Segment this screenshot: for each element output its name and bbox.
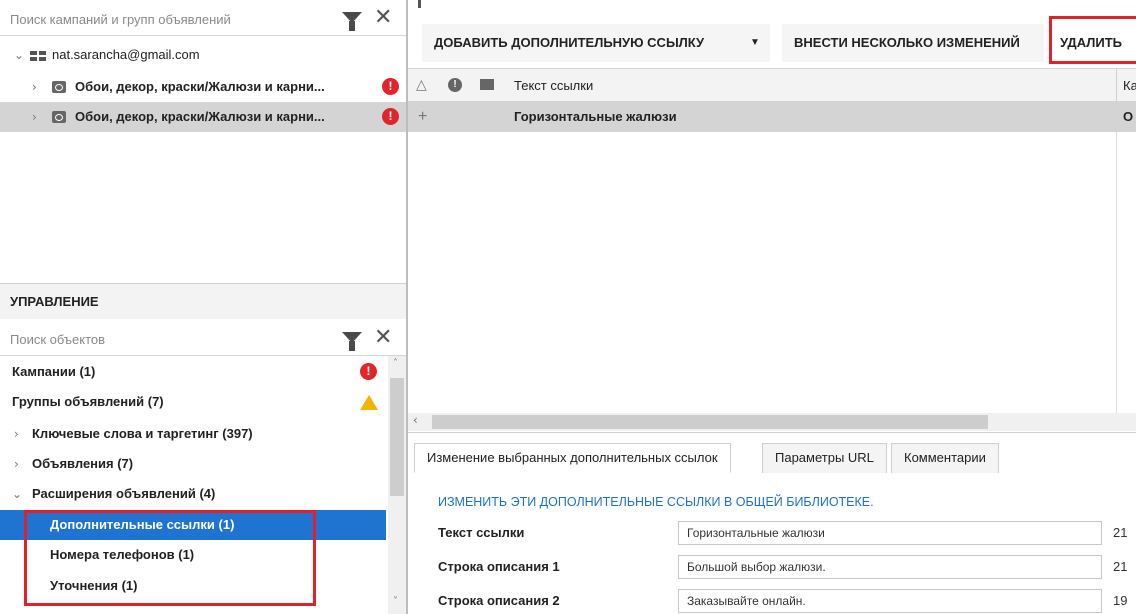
adgroup-icon (52, 81, 66, 93)
status-icon[interactable]: ! (448, 78, 462, 92)
tab-edit-sitelinks[interactable]: Изменение выбранных дополнительных ссыло… (414, 443, 731, 473)
scrollbar-thumb[interactable] (390, 378, 404, 496)
left-panel: ✕ ⌄ nat.sarancha@gmail.com › Обои, декор… (0, 0, 406, 614)
char-count: 19 (1113, 593, 1128, 608)
error-icon: ! (360, 363, 377, 380)
grid-hscrollbar[interactable]: ‹ (408, 413, 1136, 431)
mgmt-item-adgroups[interactable]: Группы объявлений (7) (0, 387, 386, 417)
mgmt-item-ad-extensions[interactable]: ⌄ Расширения объявлений (4) (0, 479, 386, 509)
account-icon (30, 51, 46, 61)
error-icon: ! (382, 78, 399, 95)
objects-search-input[interactable] (10, 328, 330, 350)
field-label-link-text: Текст ссылки (438, 525, 525, 540)
account-row[interactable]: ⌄ nat.sarancha@gmail.com (0, 40, 406, 70)
error-icon: ! (382, 108, 399, 125)
campaign-search-bar: ✕ (0, 0, 406, 36)
tab-bar: Изменение выбранных дополнительных ссыло… (408, 432, 1136, 473)
tab-comments[interactable]: Комментарии (891, 443, 999, 473)
comment-icon[interactable] (480, 79, 494, 90)
chevron-right-icon[interactable]: › (14, 419, 19, 449)
adgroup-icon (52, 111, 66, 123)
dropdown-arrow-icon[interactable]: ▼ (750, 24, 760, 62)
column-link-text[interactable]: Текст ссылки (514, 78, 593, 93)
highlight-box (24, 510, 316, 606)
shared-library-link[interactable]: ИЗМЕНИТЬ ЭТИ ДОПОЛНИТЕЛЬНЫЕ ССЫЛКИ В ОБЩ… (438, 495, 874, 509)
table-row[interactable]: + Горизонтальные жалюзи О (408, 102, 1136, 132)
filter-icon[interactable] (342, 332, 362, 351)
adgroup-row[interactable]: › Обои, декор, краски/Жалюзи и карни... … (0, 72, 406, 102)
desc2-input[interactable]: Заказывайте онлайн. (678, 589, 1102, 613)
column-separator (1116, 69, 1117, 103)
row-second: О (1123, 109, 1134, 124)
scroll-down-icon[interactable]: ˅ (393, 596, 398, 607)
highlight-box (1049, 16, 1136, 64)
link-text-input[interactable]: Горизонтальные жалюзи (678, 521, 1102, 545)
sort-triangle-icon[interactable]: △ (416, 76, 427, 93)
objects-search-bar: ✕ (0, 320, 406, 356)
field-label-desc1: Строка описания 1 (438, 559, 560, 574)
tab-url-params[interactable]: Параметры URL (762, 443, 887, 473)
adgroup-row-selected[interactable]: › Обои, декор, краски/Жалюзи и карни... … (0, 102, 406, 132)
toolbar-marker (418, 0, 421, 8)
grid-header: △ ! Текст ссылки Ка (408, 68, 1136, 103)
chevron-down-icon[interactable]: ⌄ (14, 40, 24, 70)
mgmt-item-keywords[interactable]: › Ключевые слова и таргетинг (397) (0, 419, 386, 449)
mgmt-item-label: Кампании (1) (12, 364, 96, 379)
chevron-right-icon[interactable]: › (14, 449, 19, 479)
chevron-right-icon[interactable]: › (32, 102, 37, 132)
column-second[interactable]: Ка (1123, 78, 1136, 93)
campaign-search-input[interactable] (10, 8, 330, 30)
management-header: УПРАВЛЕНИЕ (0, 283, 406, 319)
multiple-changes-button[interactable]: ВНЕСТИ НЕСКОЛЬКО ИЗМЕНЕНИЙ (782, 24, 1044, 62)
scroll-left-icon[interactable]: ‹ (413, 413, 418, 427)
column-separator (1116, 132, 1117, 413)
mgmt-item-label: Группы объявлений (7) (12, 394, 164, 409)
plus-icon: + (418, 108, 428, 125)
mgmt-item-label: Ключевые слова и таргетинг (397) (32, 426, 253, 441)
desc1-input[interactable]: Большой выбор жалюзи. (678, 555, 1102, 579)
mgmt-item-campaigns[interactable]: Кампании (1) ! (0, 357, 386, 387)
filter-icon[interactable] (342, 12, 362, 31)
chevron-down-icon[interactable]: ⌄ (12, 479, 22, 509)
mgmt-item-label: Объявления (7) (32, 456, 134, 471)
mgmt-item-ads[interactable]: › Объявления (7) (0, 449, 386, 479)
mgmt-item-label: Расширения объявлений (4) (32, 486, 216, 501)
account-email: nat.sarancha@gmail.com (52, 47, 200, 62)
close-icon[interactable]: ✕ (374, 327, 392, 349)
management-scrollbar[interactable]: ˄ ˅ (388, 356, 406, 614)
add-sitelink-button[interactable]: ДОБАВИТЬ ДОПОЛНИТЕЛЬНУЮ ССЫЛКУ ▼ (422, 24, 770, 62)
row-link-text: Горизонтальные жалюзи (514, 109, 677, 124)
adgroup-label: Обои, декор, краски/Жалюзи и карни... (75, 79, 325, 94)
scroll-up-icon[interactable]: ˄ (393, 358, 398, 369)
close-icon[interactable]: ✕ (374, 7, 392, 29)
char-count: 21 (1113, 525, 1128, 540)
toolbar: ДОБАВИТЬ ДОПОЛНИТЕЛЬНУЮ ССЫЛКУ ▼ ВНЕСТИ … (408, 0, 1136, 68)
adgroup-label: Обои, декор, краски/Жалюзи и карни... (75, 109, 325, 124)
field-label-desc2: Строка описания 2 (438, 593, 560, 608)
right-panel: ДОБАВИТЬ ДОПОЛНИТЕЛЬНУЮ ССЫЛКУ ▼ ВНЕСТИ … (408, 0, 1136, 614)
chevron-right-icon[interactable]: › (32, 72, 37, 102)
warning-icon (360, 395, 378, 410)
scrollbar-thumb[interactable] (432, 415, 988, 429)
add-sitelink-label: ДОБАВИТЬ ДОПОЛНИТЕЛЬНУЮ ССЫЛКУ (434, 35, 705, 50)
char-count: 21 (1113, 559, 1128, 574)
